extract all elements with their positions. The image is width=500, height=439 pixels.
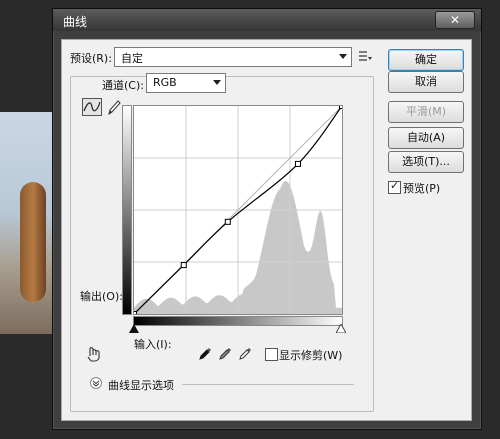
- preview-label: 预览(P): [403, 182, 441, 195]
- options-button[interactable]: 选项(T)...: [388, 151, 464, 173]
- chevron-down-icon: [213, 80, 221, 85]
- preset-label: 预设(R):: [70, 52, 112, 65]
- close-button[interactable]: ✕: [435, 11, 475, 29]
- curve-display-options-label[interactable]: 曲线显示选项: [108, 377, 174, 393]
- curve-control-point[interactable]: [180, 262, 187, 269]
- white-eyedropper-icon[interactable]: [238, 345, 252, 361]
- dialog-panel: 预设(R): 自定 确定 取消 平滑(M) 自动(A) 选项(T)... 预览(…: [61, 39, 472, 421]
- curve-tool-icon[interactable]: [82, 98, 102, 116]
- curve-control-point[interactable]: [224, 218, 231, 225]
- pencil-tool-icon[interactable]: [106, 98, 122, 116]
- curves-dialog: 曲线 ✕ 预设(R): 自定 确定 取消 平滑(M) 自动(A) 选项(T)..…: [52, 8, 482, 430]
- curve-control-point[interactable]: [339, 103, 345, 109]
- white-point-slider[interactable]: [336, 324, 346, 333]
- channel-label: 通道(C):: [102, 79, 144, 92]
- input-label: 输入(I):: [134, 338, 172, 351]
- curve-control-point[interactable]: [131, 311, 137, 317]
- output-gradient-bar: [122, 105, 132, 315]
- smooth-button[interactable]: 平滑(M): [388, 101, 464, 123]
- output-label: 输出(O):: [80, 290, 123, 303]
- expand-chevron-icon[interactable]: [90, 377, 102, 389]
- title-bar: 曲线 ✕: [53, 9, 481, 31]
- preset-options-icon[interactable]: [358, 50, 372, 62]
- curve-control-point[interactable]: [294, 160, 301, 167]
- preset-dropdown[interactable]: 自定: [114, 47, 352, 67]
- close-icon: ✕: [449, 13, 461, 27]
- gray-eyedropper-icon[interactable]: [218, 345, 232, 361]
- auto-button[interactable]: 自动(A): [388, 127, 464, 149]
- curve-graph[interactable]: [131, 103, 345, 317]
- background-photo-subject: [20, 182, 46, 302]
- preview-checkbox[interactable]: [388, 179, 401, 194]
- black-point-slider[interactable]: [129, 324, 139, 333]
- curve-graph-canvas[interactable]: [131, 103, 345, 317]
- preset-value: 自定: [121, 52, 143, 65]
- show-clipping-checkbox[interactable]: [265, 348, 278, 361]
- channel-dropdown[interactable]: RGB: [146, 73, 226, 93]
- cancel-button[interactable]: 取消: [388, 71, 464, 93]
- ok-button[interactable]: 确定: [388, 49, 464, 71]
- dialog-title: 曲线: [63, 15, 88, 29]
- input-gradient-bar: [133, 316, 343, 326]
- show-clipping-label: 显示修剪(W): [279, 349, 343, 362]
- black-eyedropper-icon[interactable]: [198, 345, 212, 361]
- on-image-adjust-icon[interactable]: [86, 346, 104, 362]
- channel-value: RGB: [153, 76, 177, 89]
- divider: [182, 384, 354, 385]
- chevron-down-icon: [339, 54, 347, 59]
